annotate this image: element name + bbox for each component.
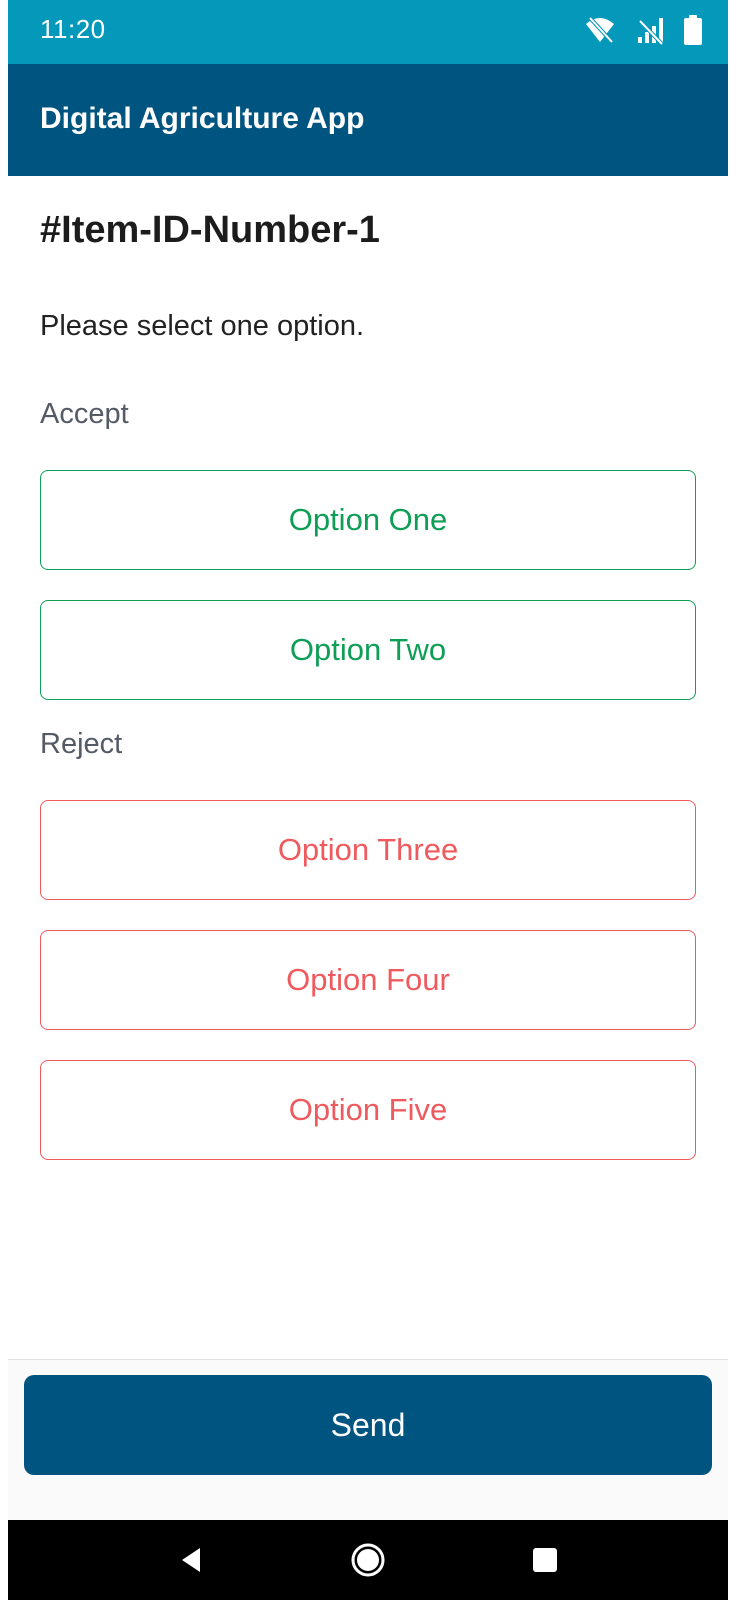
- option-one-button[interactable]: Option One: [40, 470, 696, 570]
- status-icons: [584, 14, 702, 46]
- home-icon[interactable]: [348, 1540, 388, 1580]
- signal-off-icon: [636, 15, 664, 45]
- page-title: #Item-ID-Number-1: [40, 209, 380, 251]
- option-three-button[interactable]: Option Three: [40, 800, 696, 900]
- option-four-button[interactable]: Option Four: [40, 930, 696, 1030]
- reject-section-label: Reject: [40, 728, 123, 760]
- back-icon[interactable]: [171, 1540, 211, 1580]
- instruction-text: Please select one option.: [40, 310, 365, 342]
- wifi-off-icon: [584, 14, 616, 46]
- recents-icon[interactable]: [525, 1540, 565, 1580]
- navigation-bar: [8, 1520, 728, 1600]
- app-title: Digital Agriculture App: [40, 102, 365, 135]
- accept-section-label: Accept: [40, 398, 129, 430]
- send-button[interactable]: Send: [24, 1375, 712, 1475]
- option-five-button[interactable]: Option Five: [40, 1060, 696, 1160]
- footer: Send: [8, 1359, 728, 1521]
- app-frame: 11:20 Digital Agriculture App #Item-ID-N…: [8, 0, 728, 1600]
- status-bar: 11:20: [8, 0, 728, 64]
- battery-icon: [684, 15, 702, 45]
- app-bar: Digital Agriculture App: [8, 64, 728, 176]
- option-two-button[interactable]: Option Two: [40, 600, 696, 700]
- status-time: 11:20: [40, 14, 106, 44]
